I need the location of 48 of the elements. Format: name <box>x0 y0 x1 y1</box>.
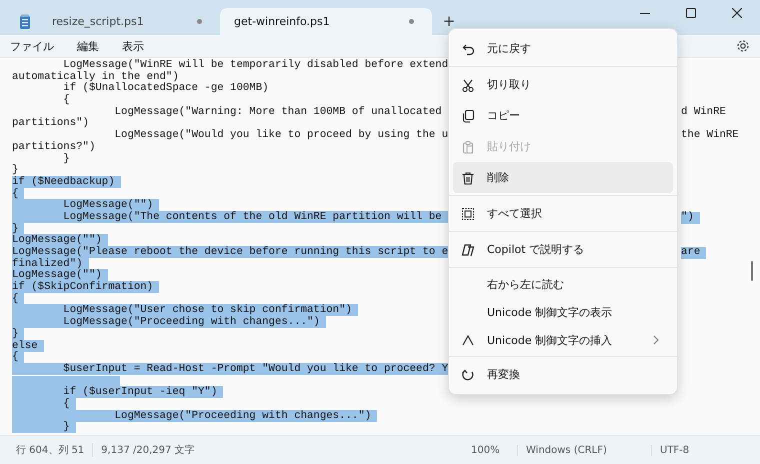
code-line: LogMessage("Warning: More than 100MB of unallocated <box>114 106 442 118</box>
chevron-right-icon <box>653 335 659 345</box>
code-line: LogMessage("Would you like to proceed by using the u <box>114 129 448 142</box>
scrollbar-thumb[interactable] <box>751 261 753 281</box>
menu-item[interactable]: 再変換 <box>453 359 673 390</box>
menu-item[interactable]: 切り取り <box>453 69 673 100</box>
code-line: } <box>12 164 18 176</box>
maximize-icon <box>686 8 696 18</box>
code-line: partitions?") <box>12 140 96 153</box>
menu-item[interactable]: 編集 <box>71 36 105 56</box>
copy-icon <box>461 108 475 122</box>
menu-item[interactable]: Unicode 制御文字の表示 <box>453 298 673 326</box>
code-line: LogMessage("WinRE will be temporarily disabled before extend <box>62 59 448 71</box>
menu-item[interactable]: すべて選択 <box>453 198 673 229</box>
trash-icon <box>461 170 475 184</box>
menu-item[interactable]: ファイル <box>4 36 60 56</box>
caret-up-icon <box>461 333 475 347</box>
menu-item[interactable]: Copilot で説明する <box>453 234 673 265</box>
menu-item[interactable]: 削除 <box>453 162 673 193</box>
menu-item[interactable]: 元に戻す <box>453 33 673 64</box>
tab[interactable]: resize_script.ps1 <box>8 8 220 35</box>
menu-item[interactable]: コピー <box>453 100 673 131</box>
clipboard-icon <box>461 140 475 154</box>
code-line: if ($UnallocatedSpace -ge 100MB) <box>62 82 269 94</box>
code-line: the WinRE <box>681 130 739 142</box>
copilot-icon <box>461 242 475 256</box>
code-line: automatically in the end") <box>12 70 179 83</box>
scissors-icon <box>461 78 475 92</box>
new-tab-button[interactable]: + <box>436 8 462 34</box>
undo-icon <box>461 42 475 56</box>
status-text: 100% <box>470 444 501 456</box>
close-icon <box>732 8 742 18</box>
select-all-icon <box>461 206 475 220</box>
redo-icon <box>461 368 475 382</box>
status-text: UTF-8 <box>651 444 760 456</box>
code-line: d WinRE <box>681 106 726 118</box>
status-text: 9,137 /20,297 文字 <box>92 443 203 457</box>
menu-item[interactable]: 表示 <box>116 36 150 56</box>
status-text: 行 604、列 51 <box>15 444 86 457</box>
status-text: Windows (CRLF) <box>517 444 651 456</box>
menu-item[interactable]: Unicode 制御文字の挿入 <box>453 326 673 354</box>
code-line: } <box>62 152 70 164</box>
settings-icon <box>736 39 750 53</box>
menu-item[interactable]: 右から左に読む <box>453 270 673 298</box>
tab[interactable]: get-winreinfo.ps1 <box>220 8 432 35</box>
code-line: partitions") <box>12 117 89 130</box>
notepad-icon <box>18 14 32 30</box>
code-line: { <box>62 94 70 106</box>
